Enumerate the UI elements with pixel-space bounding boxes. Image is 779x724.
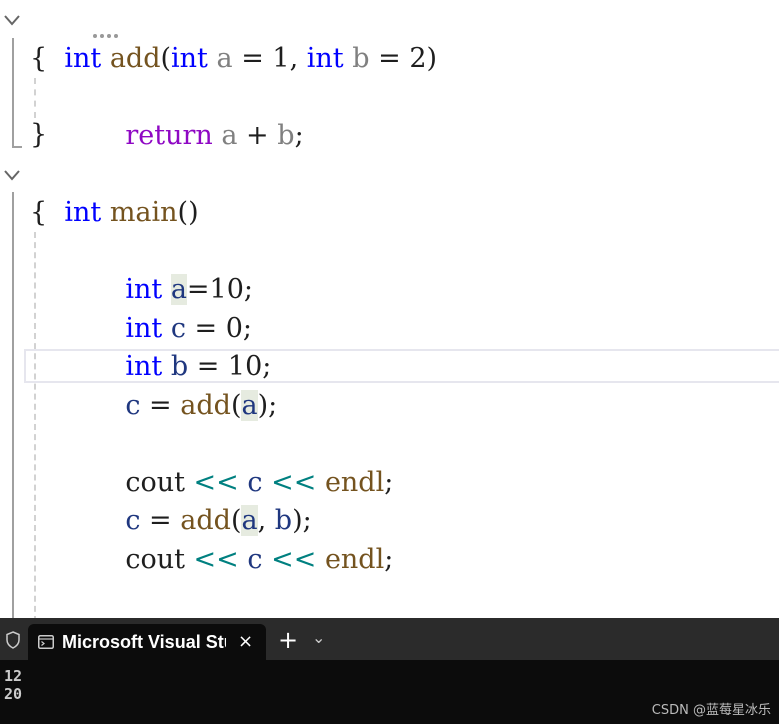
keyword: int bbox=[171, 43, 208, 74]
parameter: b bbox=[352, 43, 370, 74]
operator: + bbox=[237, 120, 278, 151]
parameter: b bbox=[277, 120, 295, 151]
keyword: return bbox=[125, 120, 213, 151]
output-line: 20 bbox=[4, 685, 23, 703]
local-variable: c bbox=[247, 544, 263, 575]
operator: << bbox=[184, 544, 248, 575]
local-variable: c bbox=[125, 390, 141, 421]
keyword: int bbox=[306, 43, 344, 74]
code-line-8: int c = 0; bbox=[91, 272, 252, 344]
punct: ) bbox=[426, 43, 438, 74]
punct: , bbox=[289, 43, 307, 74]
brace: { bbox=[30, 43, 48, 74]
punct: ( bbox=[230, 390, 242, 421]
punct: = bbox=[140, 390, 181, 421]
terminal-output-area[interactable]: 12 20 CSDN @蓝莓星冰乐 bbox=[0, 660, 779, 724]
new-tab-button[interactable]: + bbox=[278, 622, 298, 658]
shield-icon[interactable] bbox=[5, 631, 21, 649]
fold-guide-main bbox=[12, 192, 14, 618]
terminal-tab-title: Microsoft Visual Studio 调试控制台 bbox=[62, 632, 226, 652]
parameter: a bbox=[221, 120, 238, 151]
brace: } bbox=[30, 119, 48, 150]
console-app-icon bbox=[38, 635, 54, 649]
punct: ; bbox=[384, 467, 394, 498]
code-line-9: int b = 10; bbox=[91, 310, 271, 382]
operator: << bbox=[262, 544, 325, 575]
tab-dropdown-button[interactable]: ⌄ bbox=[312, 620, 325, 656]
punct: () bbox=[177, 197, 199, 228]
literal: 1 bbox=[272, 43, 290, 74]
watermark: CSDN @蓝莓星冰乐 bbox=[651, 703, 771, 718]
code-line-3: return a + b; bbox=[91, 79, 303, 151]
close-tab-button[interactable]: × bbox=[238, 624, 253, 660]
code-line-12: cout << c << endl; bbox=[91, 426, 393, 498]
parameter: a bbox=[216, 43, 233, 74]
fold-guide-add bbox=[12, 38, 14, 148]
terminal-tab[interactable]: Microsoft Visual Studio 调试控制台 × bbox=[28, 624, 266, 660]
terminal-tab-bar: Microsoft Visual Studio 调试控制台 × + ⌄ bbox=[0, 618, 779, 660]
punct: ; bbox=[294, 120, 304, 151]
punct: ; bbox=[384, 544, 394, 575]
literal: 2 bbox=[409, 43, 427, 74]
suggestion-dots-icon[interactable] bbox=[92, 33, 120, 39]
local-variable: a bbox=[241, 390, 258, 421]
fold-guide-add-bottom bbox=[12, 146, 22, 148]
function-name: endl bbox=[324, 467, 385, 498]
output-line: 12 bbox=[4, 667, 23, 685]
code-line-6: { bbox=[30, 194, 47, 232]
function-name: add bbox=[109, 43, 161, 74]
punct: ( bbox=[160, 43, 172, 74]
code-line-4: } bbox=[30, 116, 47, 154]
function-name: endl bbox=[324, 544, 385, 575]
code-line-7: int a=10; bbox=[91, 233, 253, 305]
code-editor[interactable]: int add(int a = 1, int b = 2) { return a… bbox=[0, 0, 779, 618]
collapse-chevron-icon[interactable] bbox=[2, 10, 22, 30]
code-line-14: cout << c << endl; bbox=[91, 503, 393, 575]
brace: { bbox=[30, 197, 48, 228]
function-name: add bbox=[180, 390, 231, 421]
keyword: int bbox=[64, 197, 102, 228]
collapse-chevron-icon[interactable] bbox=[2, 165, 22, 185]
code-line-2: { bbox=[30, 40, 47, 78]
indent-guide-main bbox=[34, 232, 36, 618]
function-name: main bbox=[109, 197, 178, 228]
code-line-13: c = add(a, b); bbox=[91, 464, 312, 536]
code-line-5: int main() bbox=[30, 156, 198, 228]
punct: = bbox=[369, 43, 410, 74]
code-line-10: c = add(a); bbox=[91, 349, 277, 421]
punct: = bbox=[232, 43, 273, 74]
keyword: int bbox=[64, 43, 102, 74]
punct: ); bbox=[257, 390, 278, 421]
identifier: cout bbox=[125, 544, 185, 575]
